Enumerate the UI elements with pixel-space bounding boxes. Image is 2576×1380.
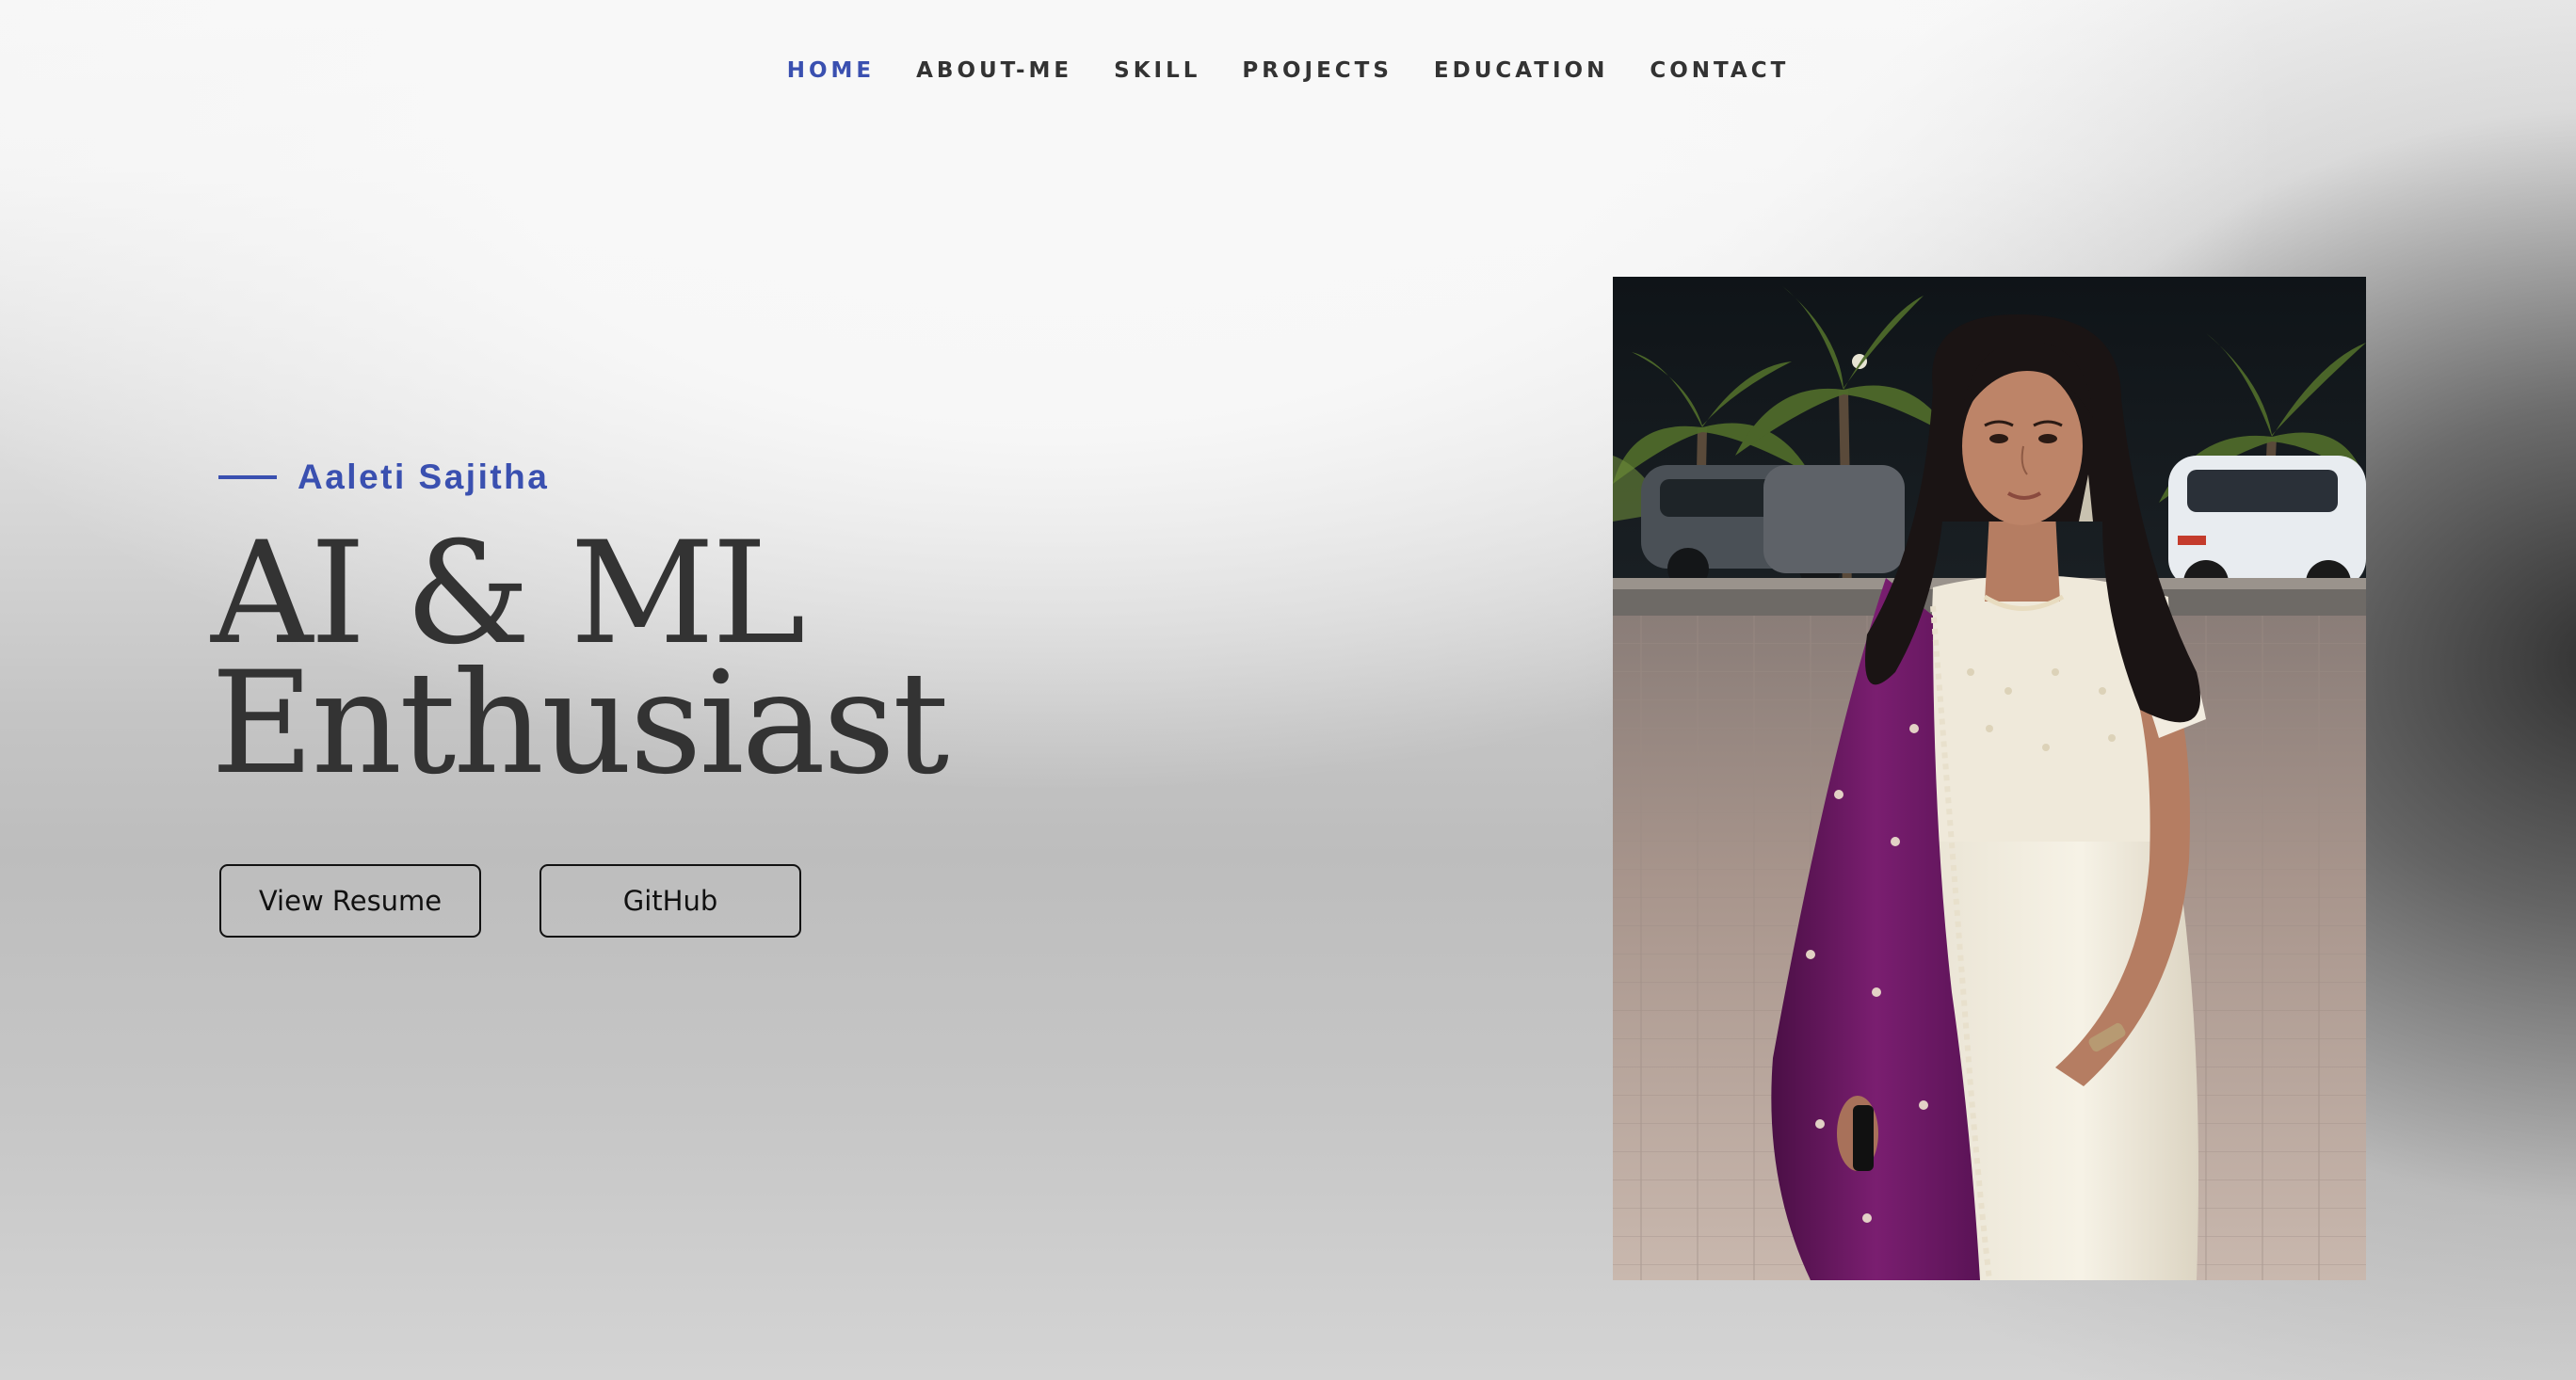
hero-name: Aaleti Sajitha bbox=[298, 457, 550, 496]
nav-item-skill[interactable]: SKILL bbox=[1114, 58, 1200, 83]
main-nav: HOME ABOUT-ME SKILL PROJECTS EDUCATION C… bbox=[0, 58, 2576, 83]
hero-headline: AI & ML Enthusiast bbox=[211, 512, 949, 806]
view-resume-button[interactable]: View Resume bbox=[219, 864, 481, 938]
hero-eyebrow: Aaleti Sajitha bbox=[218, 457, 549, 497]
nav-item-about-me[interactable]: ABOUT-ME bbox=[916, 58, 1072, 83]
nav-item-contact[interactable]: CONTACT bbox=[1650, 58, 1789, 83]
nav-item-education[interactable]: EDUCATION bbox=[1434, 58, 1608, 83]
nav-item-projects[interactable]: PROJECTS bbox=[1242, 58, 1393, 83]
nav-item-home[interactable]: HOME bbox=[787, 58, 875, 83]
headline-line-2: Enthusiast bbox=[211, 642, 949, 806]
profile-photo bbox=[1613, 277, 2366, 1280]
accent-line bbox=[218, 475, 277, 479]
github-button[interactable]: GitHub bbox=[539, 864, 801, 938]
headline-line-1: AI & ML bbox=[211, 512, 806, 676]
